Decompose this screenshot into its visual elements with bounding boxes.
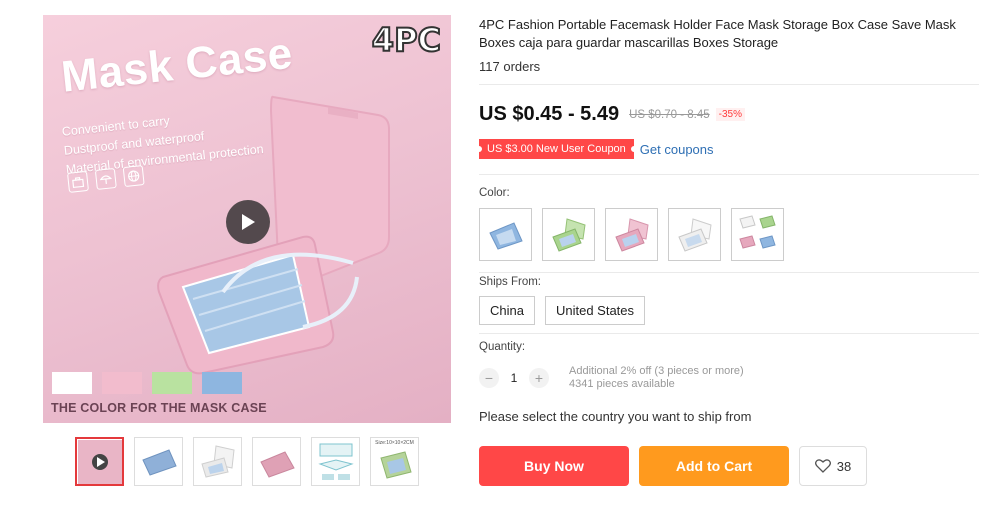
swatch-green: [152, 372, 192, 394]
thumbnail-size-label: Size:10×10×2CM: [375, 440, 414, 446]
price-row: US $0.45 - 5.49 US $0.70 - 8.45 -35%: [479, 103, 746, 126]
quantity-note: Additional 2% off (3 pieces or more) 434…: [569, 365, 744, 391]
get-coupons-link[interactable]: Get coupons: [640, 142, 714, 157]
ships-from-options: China United States: [479, 296, 646, 325]
divider: [479, 333, 979, 334]
coupon-row: US $3.00 New User Coupon Get coupons: [476, 139, 714, 159]
new-user-coupon[interactable]: US $3.00 New User Coupon: [476, 139, 637, 159]
play-video-button[interactable]: [226, 200, 270, 244]
quantity-label: Quantity:: [479, 341, 526, 353]
main-product-image[interactable]: Mask Case Convenient to carry Dustproof …: [43, 15, 451, 423]
wishlist-count: 38: [836, 458, 852, 474]
color-option-green[interactable]: [542, 208, 595, 261]
mask-case-blue-icon: [141, 448, 177, 476]
briefcase-icon: [67, 170, 89, 193]
quantity-decrease-button[interactable]: −: [479, 368, 499, 388]
thumbnail-white-case[interactable]: [193, 437, 242, 486]
thumbnail-blue-case[interactable]: [134, 437, 183, 486]
mask-case-pink-icon: [259, 450, 295, 478]
ships-from-label: Ships From:: [479, 276, 541, 288]
ship-option-china[interactable]: China: [479, 296, 535, 325]
mixed-cases-icon: [738, 214, 776, 249]
thumbnail-pink-case[interactable]: [252, 437, 301, 486]
color-label: Color:: [479, 187, 510, 199]
ship-country-message: Please select the country you want to sh…: [479, 409, 752, 424]
color-swatches: [52, 372, 242, 394]
pink-case-icon: [614, 217, 649, 252]
divider: [479, 174, 979, 175]
quantity-badge: 4PC: [371, 20, 442, 60]
thumbnail-video[interactable]: [75, 437, 124, 486]
video-thumbnail-icon: [77, 439, 122, 484]
color-option-blue[interactable]: [479, 208, 532, 261]
quantity-increase-button[interactable]: +: [529, 368, 549, 388]
heart-icon: [814, 459, 831, 473]
swatch-pink: [102, 372, 142, 394]
play-icon: [242, 214, 255, 230]
divider: [479, 84, 979, 85]
thumbnail-strip: Size:10×10×2CM: [75, 437, 419, 486]
mask-case-diagram-icon: [317, 443, 354, 480]
mask-case-green-icon: [379, 450, 412, 479]
white-case-icon: [677, 217, 712, 252]
divider: [479, 272, 979, 273]
green-case-icon: [551, 217, 586, 252]
swatch-white: [52, 372, 92, 394]
product-title: 4PC Fashion Portable Facemask Holder Fac…: [479, 17, 956, 50]
purchase-actions: Buy Now Add to Cart 38: [479, 446, 867, 486]
mask-case-illustration: [157, 95, 390, 375]
thumbnail-green-case[interactable]: Size:10×10×2CM: [370, 437, 419, 486]
globe-icon: [122, 165, 145, 188]
wishlist-button[interactable]: 38: [799, 446, 867, 486]
discount-badge: -35%: [715, 108, 746, 121]
bulk-discount-text: Additional 2% off (3 pieces or more): [569, 365, 744, 377]
quantity-stepper: − 1 + Additional 2% off (3 pieces or mor…: [479, 365, 744, 391]
quantity-value[interactable]: 1: [499, 371, 529, 385]
thumbnail-diagram[interactable]: [311, 437, 360, 486]
current-price: US $0.45 - 5.49: [479, 103, 620, 125]
stock-available-text: 4341 pieces available: [569, 378, 675, 390]
buy-now-button[interactable]: Buy Now: [479, 446, 629, 486]
color-option-pink[interactable]: [605, 208, 658, 261]
order-count: 117 orders: [479, 59, 541, 74]
original-price: US $0.70 - 8.45: [629, 108, 710, 121]
blue-case-icon: [488, 221, 523, 250]
add-to-cart-button[interactable]: Add to Cart: [639, 446, 789, 486]
image-caption: THE COLOR FOR THE MASK CASE: [51, 401, 267, 415]
color-options: [479, 208, 784, 261]
mask-case-white-icon: [200, 444, 235, 478]
ship-option-united-states[interactable]: United States: [544, 296, 646, 325]
color-option-white[interactable]: [668, 208, 721, 261]
swatch-blue: [202, 372, 242, 394]
umbrella-icon: [94, 167, 117, 190]
color-option-mixed[interactable]: [731, 208, 784, 261]
